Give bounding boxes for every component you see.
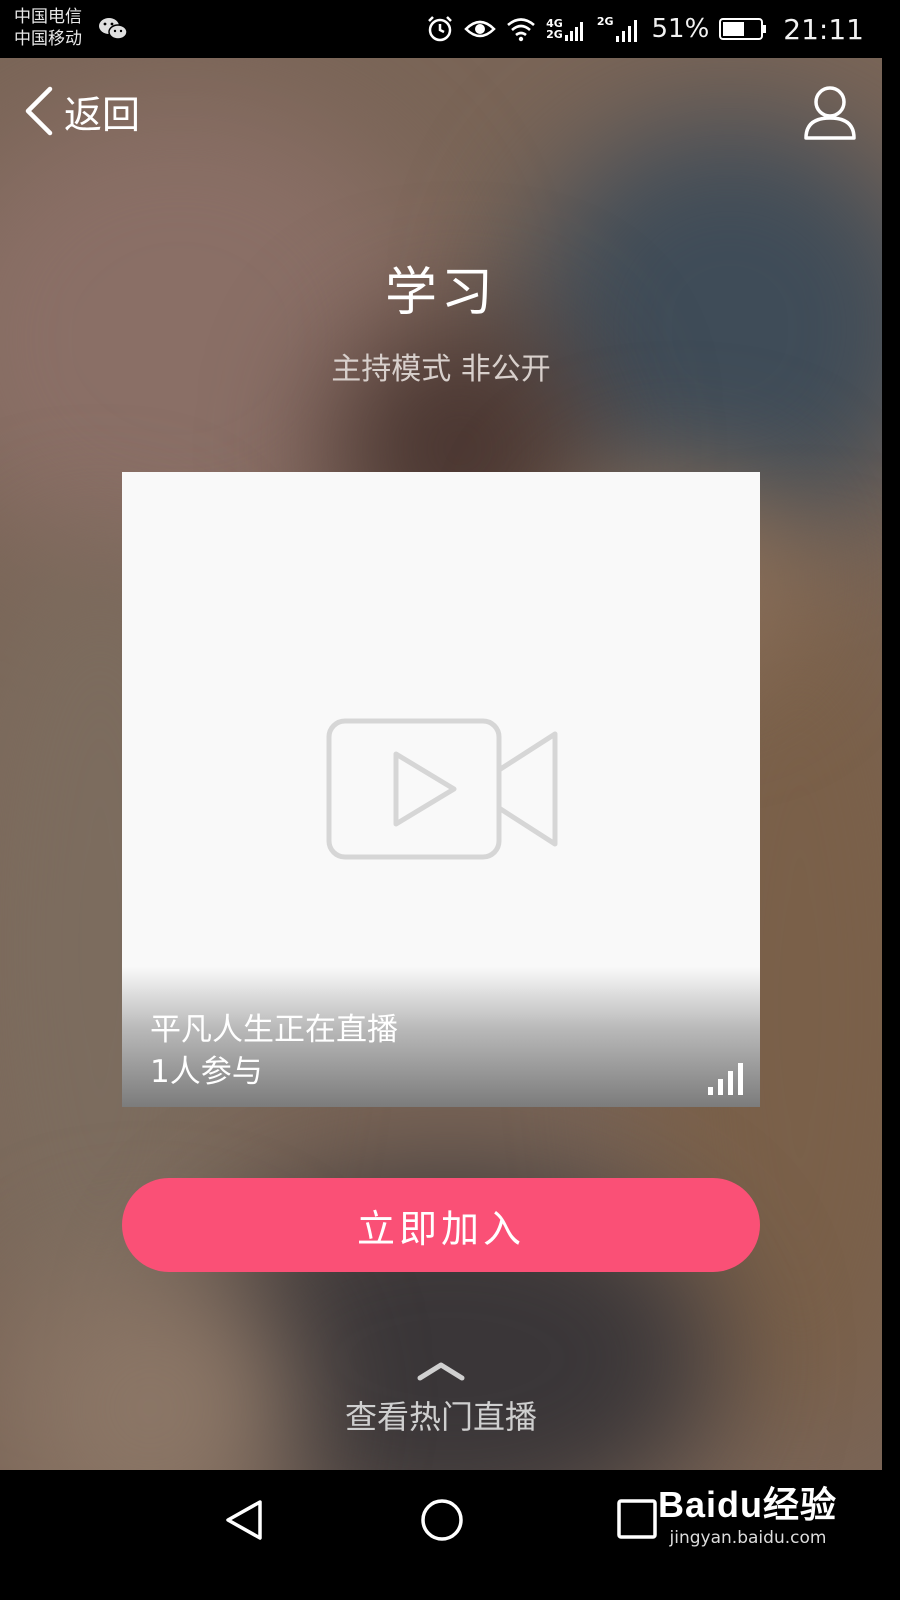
- baidu-jingyan-watermark: Baidu经验 jingyan.baidu.com: [658, 1476, 838, 1548]
- back-label: 返回: [64, 92, 141, 137]
- status-bar: 中国电信 中国移动 4G 2G 2G 51% 21:11: [0, 0, 882, 58]
- network-type-dual: 4G 2G: [546, 17, 587, 41]
- participant-count: 1人参与: [150, 1054, 263, 1090]
- signal-icon: [564, 22, 583, 41]
- wifi-icon: [507, 18, 535, 42]
- back-button[interactable]: 返回: [22, 82, 140, 140]
- battery-icon: [719, 18, 767, 40]
- chevron-up-icon[interactable]: [416, 1360, 466, 1382]
- net-label-2: 2G: [546, 28, 563, 41]
- chevron-left-icon: [25, 86, 53, 136]
- carrier-2: 中国移动: [14, 29, 82, 49]
- nav-recent-icon[interactable]: [616, 1498, 658, 1540]
- eye-icon: [464, 20, 496, 38]
- view-hot-live-link[interactable]: 查看热门直播: [0, 1392, 882, 1438]
- watermark-brand: Baidu经验: [658, 1484, 838, 1525]
- host-live-text: 平凡人生正在直播: [150, 1012, 398, 1048]
- watermark-url: jingyan.baidu.com: [669, 1528, 827, 1548]
- room-title: 学习: [384, 263, 497, 323]
- carrier-1: 中国电信: [14, 7, 82, 27]
- clock: 21:11: [783, 12, 864, 46]
- video-camera-icon: [326, 718, 558, 860]
- room-subtitle: 主持模式 非公开: [331, 352, 551, 387]
- alarm-icon: [428, 16, 453, 42]
- wechat-icon: [99, 18, 128, 40]
- carrier-labels: 中国电信 中国移动: [14, 6, 82, 50]
- nav-back-icon[interactable]: [222, 1496, 268, 1544]
- signal-bars-icon: [708, 1063, 743, 1095]
- join-now-button[interactable]: 立即加入: [122, 1178, 760, 1272]
- net-label-3: 2G: [596, 15, 614, 28]
- network-type-single: 2G: [597, 16, 642, 42]
- live-preview-card[interactable]: 平凡人生正在直播 1人参与: [122, 472, 760, 1107]
- status-icons: 4G 2G 2G 51% 21:11: [426, 8, 864, 50]
- signal-icon: [615, 20, 637, 42]
- nav-home-icon[interactable]: [418, 1496, 466, 1544]
- user-icon[interactable]: [802, 84, 858, 142]
- battery-percent: 51%: [651, 14, 710, 44]
- system-nav-bar: Baidu经验 jingyan.baidu.com: [0, 1470, 882, 1568]
